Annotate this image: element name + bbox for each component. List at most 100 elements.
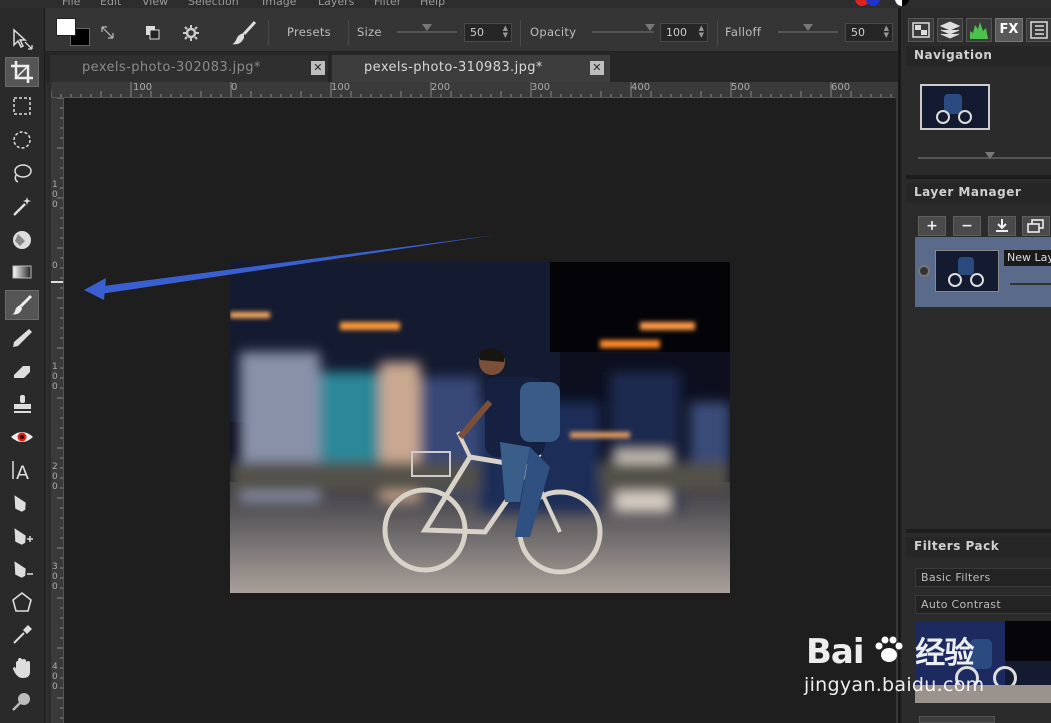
- magic-wand-icon: [13, 197, 31, 216]
- settings-gear-icon[interactable]: [182, 24, 200, 42]
- tab-photo-302083[interactable]: pexels-photo-302083.jpg* ✕: [50, 55, 328, 82]
- text-tool[interactable]: A: [5, 455, 39, 485]
- ruler-ticks: [51, 82, 892, 97]
- tab-list[interactable]: [1026, 18, 1051, 42]
- opacity-slider-thumb[interactable]: [645, 24, 655, 31]
- shape-tool[interactable]: [5, 587, 39, 617]
- eyedropper-icon: [13, 625, 32, 644]
- vertical-ruler: 100 0 100 200 300 400: [51, 98, 64, 723]
- tools-panel: A: [0, 8, 45, 723]
- presets-label[interactable]: Presets: [287, 25, 331, 39]
- move-tool[interactable]: [5, 24, 39, 54]
- crop-icon: [11, 61, 33, 83]
- menu-help[interactable]: Help: [420, 0, 445, 8]
- tab-stack[interactable]: [937, 18, 963, 42]
- ruler-label: 100: [52, 180, 58, 210]
- tab-layers-view[interactable]: [908, 18, 934, 42]
- ruler-label: 100: [331, 82, 351, 93]
- pencil-tool[interactable]: [5, 323, 39, 353]
- tab-histogram[interactable]: [966, 18, 992, 42]
- lasso-tool[interactable]: [5, 158, 39, 188]
- add-layer-button[interactable]: +: [918, 216, 946, 236]
- pen-icon: [14, 495, 26, 512]
- duplicate-layer-button[interactable]: [1022, 216, 1050, 236]
- tool-options-bar: Presets Size 50 ▲ ▼ Opacity 100 ▲ ▼ Falloff …: [0, 8, 898, 52]
- menu-image[interactable]: Image: [262, 0, 296, 8]
- navigation-thumbnail[interactable]: [920, 84, 990, 130]
- pen-tool[interactable]: [5, 488, 39, 518]
- layer-manager-title: Layer Manager: [906, 183, 1051, 203]
- tab-photo-310983[interactable]: pexels-photo-310983.jpg* ✕: [332, 55, 610, 82]
- opacity-label: Opacity: [530, 25, 577, 39]
- layer-row-selected[interactable]: New Lay: [915, 237, 1051, 307]
- layer-opacity-slider[interactable]: [1010, 283, 1051, 285]
- zoom-icon: [12, 693, 30, 711]
- list-icon: [1030, 21, 1048, 39]
- magic-wand-tool[interactable]: [5, 191, 39, 221]
- tab-fx[interactable]: FX: [995, 18, 1023, 42]
- opacity-input[interactable]: 100 ▲ ▼: [660, 23, 708, 42]
- brush-tool[interactable]: [5, 290, 39, 320]
- annotation-arrow: [84, 235, 495, 300]
- watermark-brand: Bai 经验: [806, 628, 974, 672]
- menu-file[interactable]: File: [62, 0, 80, 8]
- ellipse-select-tool[interactable]: [5, 125, 39, 155]
- panel-divider: [906, 529, 1051, 533]
- ruler-label: 0: [52, 261, 58, 271]
- hand-tool[interactable]: [5, 653, 39, 683]
- red-eye-tool[interactable]: [5, 422, 39, 452]
- menu-edit[interactable]: Edit: [100, 0, 121, 8]
- eraser-tool[interactable]: [5, 356, 39, 386]
- lasso-icon: [14, 164, 32, 183]
- falloff-slider-thumb[interactable]: [803, 24, 813, 31]
- size-slider-thumb[interactable]: [422, 24, 432, 31]
- menu-layers[interactable]: Layers: [318, 0, 354, 8]
- fill-icon: [13, 231, 31, 249]
- nav-zoom-thumb[interactable]: [985, 152, 995, 159]
- delete-layer-button[interactable]: −: [953, 216, 981, 236]
- rect-select-tool[interactable]: [5, 91, 39, 121]
- merge-down-button[interactable]: [988, 216, 1016, 236]
- photo-cyclist[interactable]: [230, 262, 730, 593]
- ruler-label: 100: [133, 82, 153, 93]
- panel-tabs: FX: [906, 18, 1051, 44]
- watermark-url: jingyan.baidu.com: [804, 674, 985, 696]
- ruler-label: 300: [531, 82, 551, 93]
- stack-icon: [939, 21, 961, 39]
- size-slider[interactable]: [397, 31, 457, 33]
- pen-remove-tool[interactable]: [5, 554, 39, 584]
- filter-apply-button[interactable]: [919, 716, 995, 723]
- cyclist-photo-image: [230, 262, 730, 593]
- falloff-slider[interactable]: [778, 31, 838, 33]
- fill-tool[interactable]: [5, 224, 39, 254]
- eraser-icon: [14, 366, 30, 378]
- ruler-label: 500: [731, 82, 751, 93]
- eyedropper-tool[interactable]: [5, 620, 39, 650]
- size-input[interactable]: 50 ▲ ▼: [464, 23, 512, 42]
- crop-tool[interactable]: [5, 57, 39, 87]
- layers-view-icon: [912, 22, 930, 38]
- merge-down-icon: [996, 219, 1008, 232]
- ruler-label: 400: [52, 662, 58, 692]
- pen-add-tool[interactable]: [5, 521, 39, 551]
- color-swatches[interactable]: [56, 18, 92, 48]
- contrast-icon[interactable]: [895, 0, 909, 6]
- filter-select[interactable]: Auto Contrast: [915, 595, 1051, 614]
- close-icon[interactable]: ✕: [590, 61, 604, 75]
- brush-preset-icon[interactable]: [230, 20, 258, 46]
- opacity-slider[interactable]: [592, 31, 654, 33]
- close-icon[interactable]: ✕: [311, 61, 325, 75]
- gradient-tool[interactable]: [5, 257, 39, 287]
- swap-colors-icon[interactable]: [100, 25, 116, 41]
- menu-selection[interactable]: Selection: [188, 0, 239, 8]
- layer-name[interactable]: New Lay: [1004, 250, 1051, 266]
- ruler-label: 400: [631, 82, 651, 93]
- zoom-tool[interactable]: [5, 686, 39, 716]
- mode-icon[interactable]: [145, 25, 161, 41]
- eye-visibility-icon[interactable]: [918, 265, 930, 277]
- filter-category-select[interactable]: Basic Filters: [915, 568, 1051, 587]
- menu-view[interactable]: View: [142, 0, 168, 8]
- falloff-input[interactable]: 50 ▲ ▼: [845, 23, 893, 42]
- stamp-tool[interactable]: [5, 389, 39, 419]
- menu-filter[interactable]: Filter: [374, 0, 401, 8]
